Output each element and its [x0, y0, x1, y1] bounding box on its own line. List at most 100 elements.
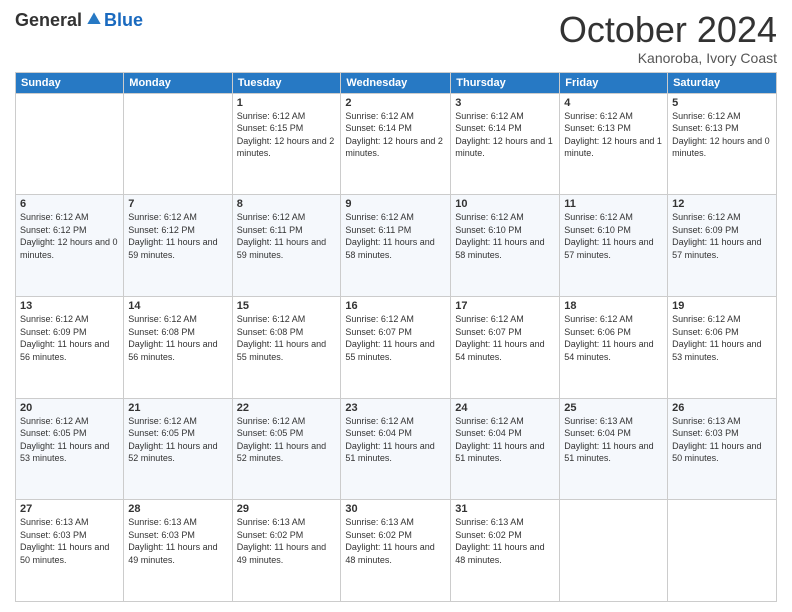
day-info: Sunrise: 6:12 AM Sunset: 6:06 PM Dayligh… [672, 313, 772, 363]
calendar-cell [124, 93, 232, 195]
calendar-week-row: 27Sunrise: 6:13 AM Sunset: 6:03 PM Dayli… [16, 500, 777, 602]
calendar-cell: 22Sunrise: 6:12 AM Sunset: 6:05 PM Dayli… [232, 398, 341, 500]
calendar-cell: 8Sunrise: 6:12 AM Sunset: 6:11 PM Daylig… [232, 195, 341, 297]
day-number: 29 [237, 503, 337, 515]
day-number: 25 [564, 402, 663, 414]
day-info: Sunrise: 6:12 AM Sunset: 6:04 PM Dayligh… [455, 415, 555, 465]
day-info: Sunrise: 6:12 AM Sunset: 6:05 PM Dayligh… [128, 415, 227, 465]
calendar-cell: 10Sunrise: 6:12 AM Sunset: 6:10 PM Dayli… [451, 195, 560, 297]
day-info: Sunrise: 6:12 AM Sunset: 6:14 PM Dayligh… [345, 110, 446, 160]
calendar-cell: 24Sunrise: 6:12 AM Sunset: 6:04 PM Dayli… [451, 398, 560, 500]
day-number: 20 [20, 402, 119, 414]
title-area: October 2024 Kanoroba, Ivory Coast [559, 10, 777, 66]
day-number: 8 [237, 198, 337, 210]
col-header-wednesday: Wednesday [341, 72, 451, 93]
day-info: Sunrise: 6:12 AM Sunset: 6:05 PM Dayligh… [237, 415, 337, 465]
calendar-cell: 4Sunrise: 6:12 AM Sunset: 6:13 PM Daylig… [560, 93, 668, 195]
day-info: Sunrise: 6:12 AM Sunset: 6:11 PM Dayligh… [345, 211, 446, 261]
day-info: Sunrise: 6:12 AM Sunset: 6:09 PM Dayligh… [20, 313, 119, 363]
day-number: 23 [345, 402, 446, 414]
day-info: Sunrise: 6:12 AM Sunset: 6:10 PM Dayligh… [564, 211, 663, 261]
calendar-week-row: 6Sunrise: 6:12 AM Sunset: 6:12 PM Daylig… [16, 195, 777, 297]
day-number: 4 [564, 97, 663, 109]
day-info: Sunrise: 6:12 AM Sunset: 6:08 PM Dayligh… [237, 313, 337, 363]
day-number: 7 [128, 198, 227, 210]
day-info: Sunrise: 6:13 AM Sunset: 6:02 PM Dayligh… [345, 516, 446, 566]
day-number: 27 [20, 503, 119, 515]
day-number: 28 [128, 503, 227, 515]
calendar-cell: 30Sunrise: 6:13 AM Sunset: 6:02 PM Dayli… [341, 500, 451, 602]
calendar-cell: 9Sunrise: 6:12 AM Sunset: 6:11 PM Daylig… [341, 195, 451, 297]
day-info: Sunrise: 6:12 AM Sunset: 6:07 PM Dayligh… [455, 313, 555, 363]
calendar-cell: 14Sunrise: 6:12 AM Sunset: 6:08 PM Dayli… [124, 296, 232, 398]
calendar-cell [560, 500, 668, 602]
col-header-thursday: Thursday [451, 72, 560, 93]
calendar-cell: 21Sunrise: 6:12 AM Sunset: 6:05 PM Dayli… [124, 398, 232, 500]
calendar-cell [16, 93, 124, 195]
calendar-cell: 13Sunrise: 6:12 AM Sunset: 6:09 PM Dayli… [16, 296, 124, 398]
day-number: 31 [455, 503, 555, 515]
col-header-tuesday: Tuesday [232, 72, 341, 93]
day-number: 3 [455, 97, 555, 109]
day-info: Sunrise: 6:12 AM Sunset: 6:15 PM Dayligh… [237, 110, 337, 160]
day-info: Sunrise: 6:13 AM Sunset: 6:02 PM Dayligh… [237, 516, 337, 566]
day-number: 21 [128, 402, 227, 414]
day-number: 14 [128, 300, 227, 312]
calendar-header-row: SundayMondayTuesdayWednesdayThursdayFrid… [16, 72, 777, 93]
day-number: 18 [564, 300, 663, 312]
day-info: Sunrise: 6:12 AM Sunset: 6:12 PM Dayligh… [20, 211, 119, 261]
day-number: 24 [455, 402, 555, 414]
calendar-cell: 12Sunrise: 6:12 AM Sunset: 6:09 PM Dayli… [668, 195, 777, 297]
calendar-cell: 7Sunrise: 6:12 AM Sunset: 6:12 PM Daylig… [124, 195, 232, 297]
calendar-cell: 16Sunrise: 6:12 AM Sunset: 6:07 PM Dayli… [341, 296, 451, 398]
day-info: Sunrise: 6:12 AM Sunset: 6:06 PM Dayligh… [564, 313, 663, 363]
day-info: Sunrise: 6:13 AM Sunset: 6:02 PM Dayligh… [455, 516, 555, 566]
calendar-cell: 27Sunrise: 6:13 AM Sunset: 6:03 PM Dayli… [16, 500, 124, 602]
calendar-cell: 31Sunrise: 6:13 AM Sunset: 6:02 PM Dayli… [451, 500, 560, 602]
day-number: 19 [672, 300, 772, 312]
day-info: Sunrise: 6:13 AM Sunset: 6:03 PM Dayligh… [672, 415, 772, 465]
calendar-cell: 5Sunrise: 6:12 AM Sunset: 6:13 PM Daylig… [668, 93, 777, 195]
day-number: 2 [345, 97, 446, 109]
calendar-cell: 1Sunrise: 6:12 AM Sunset: 6:15 PM Daylig… [232, 93, 341, 195]
calendar-cell: 26Sunrise: 6:13 AM Sunset: 6:03 PM Dayli… [668, 398, 777, 500]
calendar-cell: 15Sunrise: 6:12 AM Sunset: 6:08 PM Dayli… [232, 296, 341, 398]
day-info: Sunrise: 6:12 AM Sunset: 6:13 PM Dayligh… [672, 110, 772, 160]
col-header-monday: Monday [124, 72, 232, 93]
day-number: 22 [237, 402, 337, 414]
day-number: 1 [237, 97, 337, 109]
day-info: Sunrise: 6:13 AM Sunset: 6:03 PM Dayligh… [20, 516, 119, 566]
day-number: 16 [345, 300, 446, 312]
day-number: 15 [237, 300, 337, 312]
logo-icon [84, 9, 104, 29]
calendar-cell: 2Sunrise: 6:12 AM Sunset: 6:14 PM Daylig… [341, 93, 451, 195]
calendar-cell: 19Sunrise: 6:12 AM Sunset: 6:06 PM Dayli… [668, 296, 777, 398]
calendar-cell: 17Sunrise: 6:12 AM Sunset: 6:07 PM Dayli… [451, 296, 560, 398]
calendar-cell [668, 500, 777, 602]
day-info: Sunrise: 6:12 AM Sunset: 6:13 PM Dayligh… [564, 110, 663, 160]
logo-general-text: General [15, 10, 82, 31]
day-info: Sunrise: 6:13 AM Sunset: 6:03 PM Dayligh… [128, 516, 227, 566]
day-number: 30 [345, 503, 446, 515]
day-info: Sunrise: 6:12 AM Sunset: 6:11 PM Dayligh… [237, 211, 337, 261]
day-number: 26 [672, 402, 772, 414]
day-number: 13 [20, 300, 119, 312]
header: General Blue October 2024 Kanoroba, Ivor… [15, 10, 777, 66]
day-number: 9 [345, 198, 446, 210]
calendar-week-row: 13Sunrise: 6:12 AM Sunset: 6:09 PM Dayli… [16, 296, 777, 398]
month-title: October 2024 [559, 10, 777, 50]
logo: General Blue [15, 10, 143, 31]
calendar-table: SundayMondayTuesdayWednesdayThursdayFrid… [15, 72, 777, 602]
col-header-friday: Friday [560, 72, 668, 93]
col-header-sunday: Sunday [16, 72, 124, 93]
day-number: 10 [455, 198, 555, 210]
calendar-cell: 23Sunrise: 6:12 AM Sunset: 6:04 PM Dayli… [341, 398, 451, 500]
calendar-cell: 28Sunrise: 6:13 AM Sunset: 6:03 PM Dayli… [124, 500, 232, 602]
col-header-saturday: Saturday [668, 72, 777, 93]
day-info: Sunrise: 6:12 AM Sunset: 6:04 PM Dayligh… [345, 415, 446, 465]
day-number: 12 [672, 198, 772, 210]
calendar-cell: 20Sunrise: 6:12 AM Sunset: 6:05 PM Dayli… [16, 398, 124, 500]
day-number: 5 [672, 97, 772, 109]
calendar-cell: 25Sunrise: 6:13 AM Sunset: 6:04 PM Dayli… [560, 398, 668, 500]
page: General Blue October 2024 Kanoroba, Ivor… [0, 0, 792, 612]
